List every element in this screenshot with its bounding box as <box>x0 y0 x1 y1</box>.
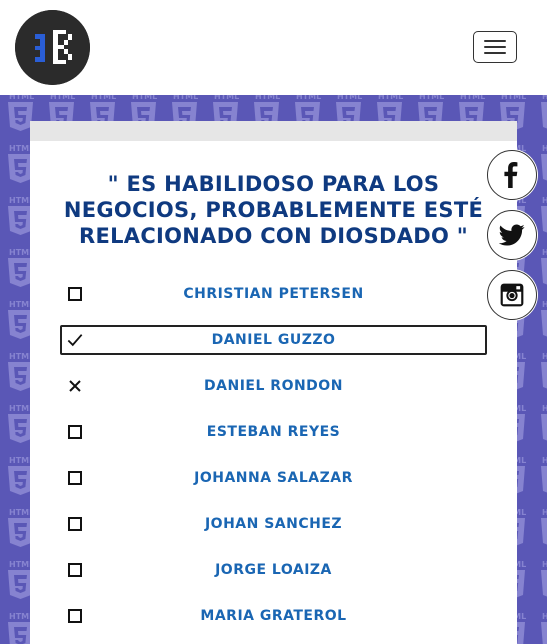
site-logo[interactable] <box>15 10 90 85</box>
answer-label: Jorge Loaiza <box>215 562 332 578</box>
answer-label: Esteban Reyes <box>206 424 341 440</box>
hamburger-line <box>484 40 506 42</box>
twitter-icon <box>499 224 525 246</box>
answer-option-christian-petersen[interactable]: Christian Petersen <box>60 271 487 317</box>
checkbox[interactable] <box>67 516 83 532</box>
empty-checkbox-icon <box>68 609 82 623</box>
facebook-icon <box>504 162 518 188</box>
answer-label: Christian Petersen <box>183 286 364 302</box>
checkbox[interactable] <box>67 378 83 394</box>
menu-toggle-button[interactable] <box>473 31 517 63</box>
cross-icon <box>69 380 81 392</box>
answer-option-johan-sanchez[interactable]: Johan Sanchez <box>60 501 487 547</box>
instagram-icon <box>500 283 524 307</box>
answer-option-maria-graterol[interactable]: Maria Graterol <box>60 593 487 639</box>
answer-label: Johan Sanchez <box>204 516 343 532</box>
hamburger-line <box>484 46 506 48</box>
checkmark-icon <box>67 334 83 347</box>
empty-checkbox-icon <box>68 517 82 531</box>
checkbox[interactable] <box>67 286 83 302</box>
facebook-button[interactable] <box>487 150 537 200</box>
empty-checkbox-icon <box>68 471 82 485</box>
twitter-button[interactable] <box>487 210 537 260</box>
checkbox[interactable] <box>67 608 83 624</box>
site-header <box>0 0 547 95</box>
answer-option-daniel-guzzo[interactable]: Daniel Guzzo <box>60 325 487 355</box>
checkbox[interactable] <box>67 470 83 486</box>
instagram-button[interactable] <box>487 270 537 320</box>
question-card: " Es habilidoso para los negocios, proba… <box>30 121 517 644</box>
empty-checkbox-icon <box>68 563 82 577</box>
empty-checkbox-icon <box>68 287 82 301</box>
answer-options: Christian Petersen Daniel Guzzo Daniel R… <box>60 271 487 639</box>
answer-option-johanna-salazar[interactable]: Johanna Salazar <box>60 455 487 501</box>
answer-label: Johanna Salazar <box>194 470 353 486</box>
hamburger-line <box>484 52 506 54</box>
card-top-bar <box>30 121 517 141</box>
checkbox[interactable] <box>67 424 83 440</box>
checkbox[interactable] <box>67 332 83 348</box>
question-quote: " Es habilidoso para los negocios, proba… <box>63 172 484 248</box>
answer-label: Maria Graterol <box>200 608 347 624</box>
answer-option-jorge-loaiza[interactable]: Jorge Loaiza <box>60 547 487 593</box>
empty-checkbox-icon <box>68 425 82 439</box>
checkbox[interactable] <box>67 562 83 578</box>
answer-option-esteban-reyes[interactable]: Esteban Reyes <box>60 409 487 455</box>
answer-option-daniel-rondon[interactable]: Daniel Rondon <box>60 363 487 409</box>
answer-label: Daniel Guzzo <box>211 332 336 348</box>
answer-label: Daniel Rondon <box>204 378 343 394</box>
logo-icon <box>15 10 90 85</box>
